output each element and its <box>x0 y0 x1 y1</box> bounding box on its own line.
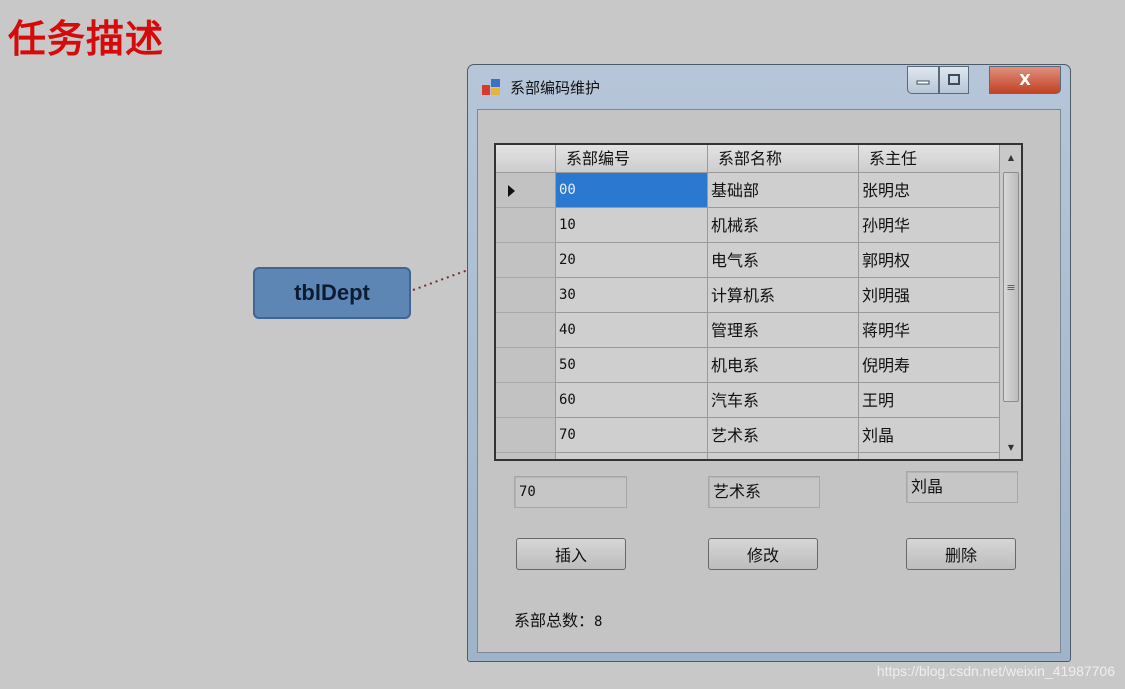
cell-code[interactable]: 10 <box>556 208 708 243</box>
cell-code[interactable]: 20 <box>556 243 708 278</box>
table-row[interactable]: 60 汽车系 王明 <box>496 383 1021 418</box>
cell-head[interactable] <box>859 453 1011 459</box>
cell-name[interactable]: 汽车系 <box>708 383 859 418</box>
cell-code[interactable]: 70 <box>556 418 708 453</box>
cell-code[interactable]: 40 <box>556 313 708 348</box>
row-header[interactable] <box>496 278 556 313</box>
cell-head[interactable]: 蒋明华 <box>859 313 1011 348</box>
close-icon: X <box>1019 71 1031 89</box>
dept-grid[interactable]: 系部编号 系部名称 系主任 00 基础部 张明忠 10 机械系 孙明华 20 电… <box>494 143 1023 461</box>
row-header[interactable] <box>496 348 556 383</box>
table-row[interactable]: 50 机电系 倪明寿 <box>496 348 1021 383</box>
table-row[interactable]: 20 电气系 郭明权 <box>496 243 1021 278</box>
dept-window: 系部编码维护 X 系部编号 系部名称 系主任 00 基础部 张明忠 10 机械系… <box>467 64 1071 662</box>
grid-header: 系部编号 系部名称 系主任 <box>496 145 1021 173</box>
scroll-down-icon[interactable]: ▼ <box>1000 435 1021 459</box>
cell-code[interactable]: 00 <box>556 173 708 208</box>
row-header[interactable] <box>496 418 556 453</box>
cell-name[interactable]: 计算机系 <box>708 278 859 313</box>
table-row[interactable] <box>496 453 1021 459</box>
row-header[interactable] <box>496 173 556 208</box>
dept-name-field[interactable]: 艺术系 <box>708 476 820 508</box>
cell-head[interactable]: 刘明强 <box>859 278 1011 313</box>
grip-icon: ≡ <box>1006 280 1016 294</box>
cell-head[interactable]: 刘晶 <box>859 418 1011 453</box>
row-header[interactable] <box>496 243 556 278</box>
cell-name[interactable]: 机电系 <box>708 348 859 383</box>
column-header-name[interactable]: 系部名称 <box>708 145 859 173</box>
table-callout: tblDept <box>253 267 411 319</box>
dept-code-field[interactable]: 70 <box>514 476 627 508</box>
cell-head[interactable]: 郭明权 <box>859 243 1011 278</box>
row-header-corner <box>496 145 556 173</box>
insert-button[interactable]: 插入 <box>516 538 626 570</box>
app-icon <box>482 79 500 95</box>
table-row[interactable]: 70 艺术系 刘晶 <box>496 418 1021 453</box>
table-row[interactable]: 00 基础部 张明忠 <box>496 173 1021 208</box>
table-row[interactable]: 10 机械系 孙明华 <box>496 208 1021 243</box>
row-header[interactable] <box>496 383 556 418</box>
watermark: https://blog.csdn.net/weixin_41987706 <box>876 663 1115 679</box>
cell-code[interactable]: 60 <box>556 383 708 418</box>
close-button[interactable]: X <box>989 66 1061 94</box>
cell-code[interactable]: 30 <box>556 278 708 313</box>
row-header[interactable] <box>496 453 556 459</box>
cell-name[interactable]: 管理系 <box>708 313 859 348</box>
cell-code[interactable] <box>556 453 708 459</box>
client-area: 系部编号 系部名称 系主任 00 基础部 张明忠 10 机械系 孙明华 20 电… <box>477 109 1061 653</box>
cell-head[interactable]: 孙明华 <box>859 208 1011 243</box>
dept-count-label: 系部总数：8 <box>514 607 602 631</box>
window-title: 系部编码维护 <box>510 79 601 97</box>
grid-scrollbar[interactable]: ▲ ≡ ▼ <box>999 145 1021 459</box>
scroll-up-icon[interactable]: ▲ <box>1000 145 1021 169</box>
delete-button[interactable]: 删除 <box>906 538 1016 570</box>
modify-button[interactable]: 修改 <box>708 538 818 570</box>
current-row-icon <box>508 185 515 197</box>
titlebar: 系部编码维护 X <box>468 65 1070 109</box>
row-header[interactable] <box>496 208 556 243</box>
dept-head-field[interactable]: 刘晶 <box>906 471 1018 503</box>
dept-count-caption: 系部总数： <box>514 611 595 630</box>
cell-name[interactable]: 基础部 <box>708 173 859 208</box>
maximize-button[interactable] <box>939 66 969 94</box>
cell-name[interactable]: 电气系 <box>708 243 859 278</box>
column-header-head[interactable]: 系主任 <box>859 145 1011 173</box>
table-row[interactable]: 40 管理系 蒋明华 <box>496 313 1021 348</box>
minimize-button[interactable] <box>907 66 939 94</box>
cell-name[interactable]: 机械系 <box>708 208 859 243</box>
minimize-icon <box>916 80 930 85</box>
column-header-code[interactable]: 系部编号 <box>556 145 708 173</box>
cell-head[interactable]: 张明忠 <box>859 173 1011 208</box>
table-row[interactable]: 30 计算机系 刘明强 <box>496 278 1021 313</box>
cell-head[interactable]: 王明 <box>859 383 1011 418</box>
row-header[interactable] <box>496 313 556 348</box>
dept-count-value: 8 <box>594 614 603 630</box>
cell-name[interactable] <box>708 453 859 459</box>
cell-name[interactable]: 艺术系 <box>708 418 859 453</box>
cell-code[interactable]: 50 <box>556 348 708 383</box>
maximize-icon <box>948 74 960 85</box>
scroll-thumb[interactable]: ≡ <box>1003 172 1019 402</box>
cell-head[interactable]: 倪明寿 <box>859 348 1011 383</box>
